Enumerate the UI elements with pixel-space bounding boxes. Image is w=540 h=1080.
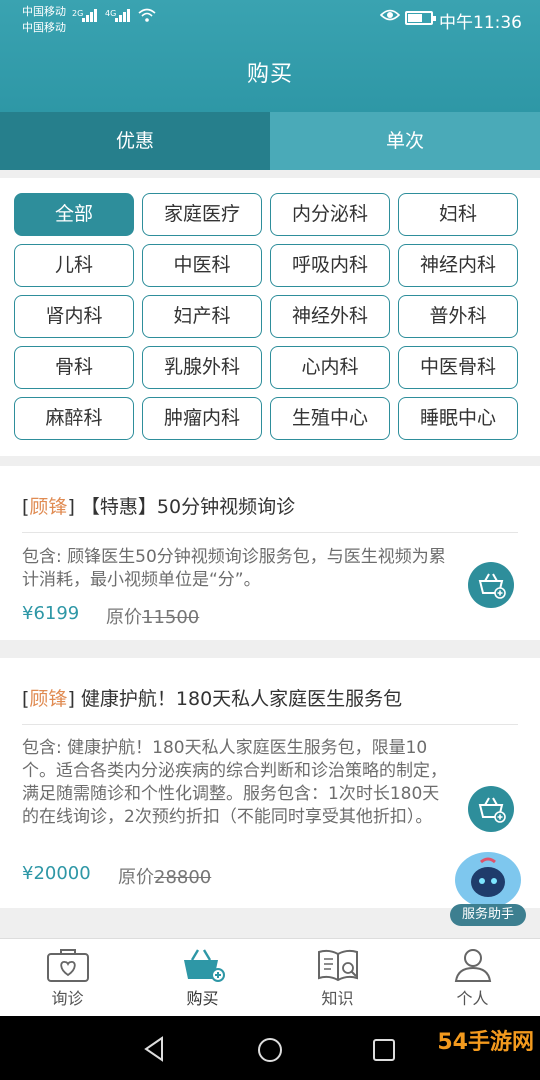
signal-icon [115, 8, 130, 22]
original-price: 原价11500 [106, 607, 200, 628]
system-nav-bar: 54手游网 [0, 1016, 540, 1080]
category-chip[interactable]: 心内科 [270, 346, 390, 389]
category-chip[interactable]: 生殖中心 [270, 397, 390, 440]
category-chip[interactable]: 麻醉科 [14, 397, 134, 440]
category-chip[interactable]: 乳腺外科 [142, 346, 262, 389]
divider [22, 532, 518, 533]
home-icon[interactable] [256, 1036, 284, 1064]
product-card[interactable]: [顾锋] 【特惠】50分钟视频询诊 包含: 顾锋医生50分钟视频询诊服务包，与医… [0, 466, 540, 640]
nav-label: 询诊 [51, 989, 84, 1008]
back-icon[interactable] [142, 1036, 166, 1062]
divider [22, 724, 518, 725]
page-title: 购买 [246, 62, 293, 87]
basket-icon [183, 949, 225, 982]
service-assistant-button[interactable]: 服务助手 [448, 852, 528, 926]
doctor-name: 顾锋 [29, 496, 68, 518]
medical-kit-icon [46, 949, 89, 982]
signal-icon [82, 8, 97, 22]
category-chip[interactable]: 肿瘤内科 [142, 397, 262, 440]
doctor-name: 顾锋 [29, 688, 68, 710]
category-chip[interactable]: 全部 [14, 193, 134, 236]
carrier-label-1: 中国移动 [22, 5, 66, 18]
robot-icon [455, 852, 521, 908]
category-chip[interactable]: 儿科 [14, 244, 134, 287]
category-filter: 全部 家庭医疗 内分泌科 妇科 儿科 中医科 呼吸内科 神经内科 肾内科 妇产科… [0, 178, 540, 456]
add-to-cart-button[interactable] [468, 562, 514, 608]
book-icon [317, 949, 358, 982]
clock: 中午11:36 [439, 13, 522, 33]
nav-consult[interactable]: 询诊 [0, 939, 135, 1016]
product-price: ¥20000 [22, 863, 91, 884]
category-chip[interactable]: 家庭医疗 [142, 193, 262, 236]
original-price: 原价28800 [118, 867, 212, 888]
nav-profile[interactable]: 个人 [405, 939, 540, 1016]
nav-label: 购买 [186, 989, 219, 1008]
category-chip[interactable]: 内分泌科 [270, 193, 390, 236]
product-description: 包含: 健康护航！180天私人家庭医生服务包，限量10个。适合各类内分泌疾病的综… [22, 738, 447, 827]
tab-discount[interactable]: 优惠 [0, 112, 270, 170]
category-chip[interactable]: 神经外科 [270, 295, 390, 338]
top-bar: 中国移动 中国移动 2G 4G 中午11:36 购买 [0, 0, 540, 112]
category-chip[interactable]: 妇科 [398, 193, 518, 236]
nav-knowledge[interactable]: 知识 [270, 939, 405, 1016]
category-chip[interactable]: 骨科 [14, 346, 134, 389]
status-bar: 中国移动 中国移动 2G 4G 中午11:36 [0, 0, 540, 36]
bottom-nav: 询诊 购买 知识 个人 [0, 938, 540, 1016]
category-chip[interactable]: 普外科 [398, 295, 518, 338]
person-icon [454, 949, 491, 982]
nav-label: 个人 [456, 989, 489, 1008]
recents-icon[interactable] [372, 1038, 396, 1062]
basket-add-icon [478, 797, 506, 823]
assistant-label: 服务助手 [450, 904, 526, 926]
watermark: 54手游网 [437, 1030, 534, 1055]
carrier-label-2: 中国移动 [22, 21, 66, 34]
category-chip[interactable]: 肾内科 [14, 295, 134, 338]
eye-icon [379, 8, 401, 26]
battery-icon [405, 11, 436, 25]
product-name: 【特惠】50分钟视频询诊 [80, 496, 296, 518]
category-chip[interactable]: 睡眠中心 [398, 397, 518, 440]
category-chip[interactable]: 神经内科 [398, 244, 518, 287]
product-name: 健康护航！180天私人家庭医生服务包 [80, 688, 403, 710]
product-description: 包含: 顾锋医生50分钟视频询诊服务包，与医生视频为累计消耗，最小视频单位是“分… [22, 547, 446, 590]
category-chip[interactable]: 中医骨科 [398, 346, 518, 389]
category-chip[interactable]: 呼吸内科 [270, 244, 390, 287]
tab-bar: 优惠 单次 [0, 112, 540, 170]
category-chip[interactable]: 中医科 [142, 244, 262, 287]
nav-buy[interactable]: 购买 [135, 939, 270, 1016]
product-title: [顾锋] 【特惠】50分钟视频询诊 [22, 496, 296, 518]
basket-add-icon [478, 573, 506, 599]
tab-single[interactable]: 单次 [270, 112, 540, 170]
product-price: ¥6199 [22, 603, 80, 624]
nav-label: 知识 [321, 989, 354, 1008]
wifi-icon [138, 8, 156, 26]
product-title: [顾锋] 健康护航！180天私人家庭医生服务包 [22, 688, 403, 710]
add-to-cart-button[interactable] [468, 786, 514, 832]
category-chip[interactable]: 妇产科 [142, 295, 262, 338]
